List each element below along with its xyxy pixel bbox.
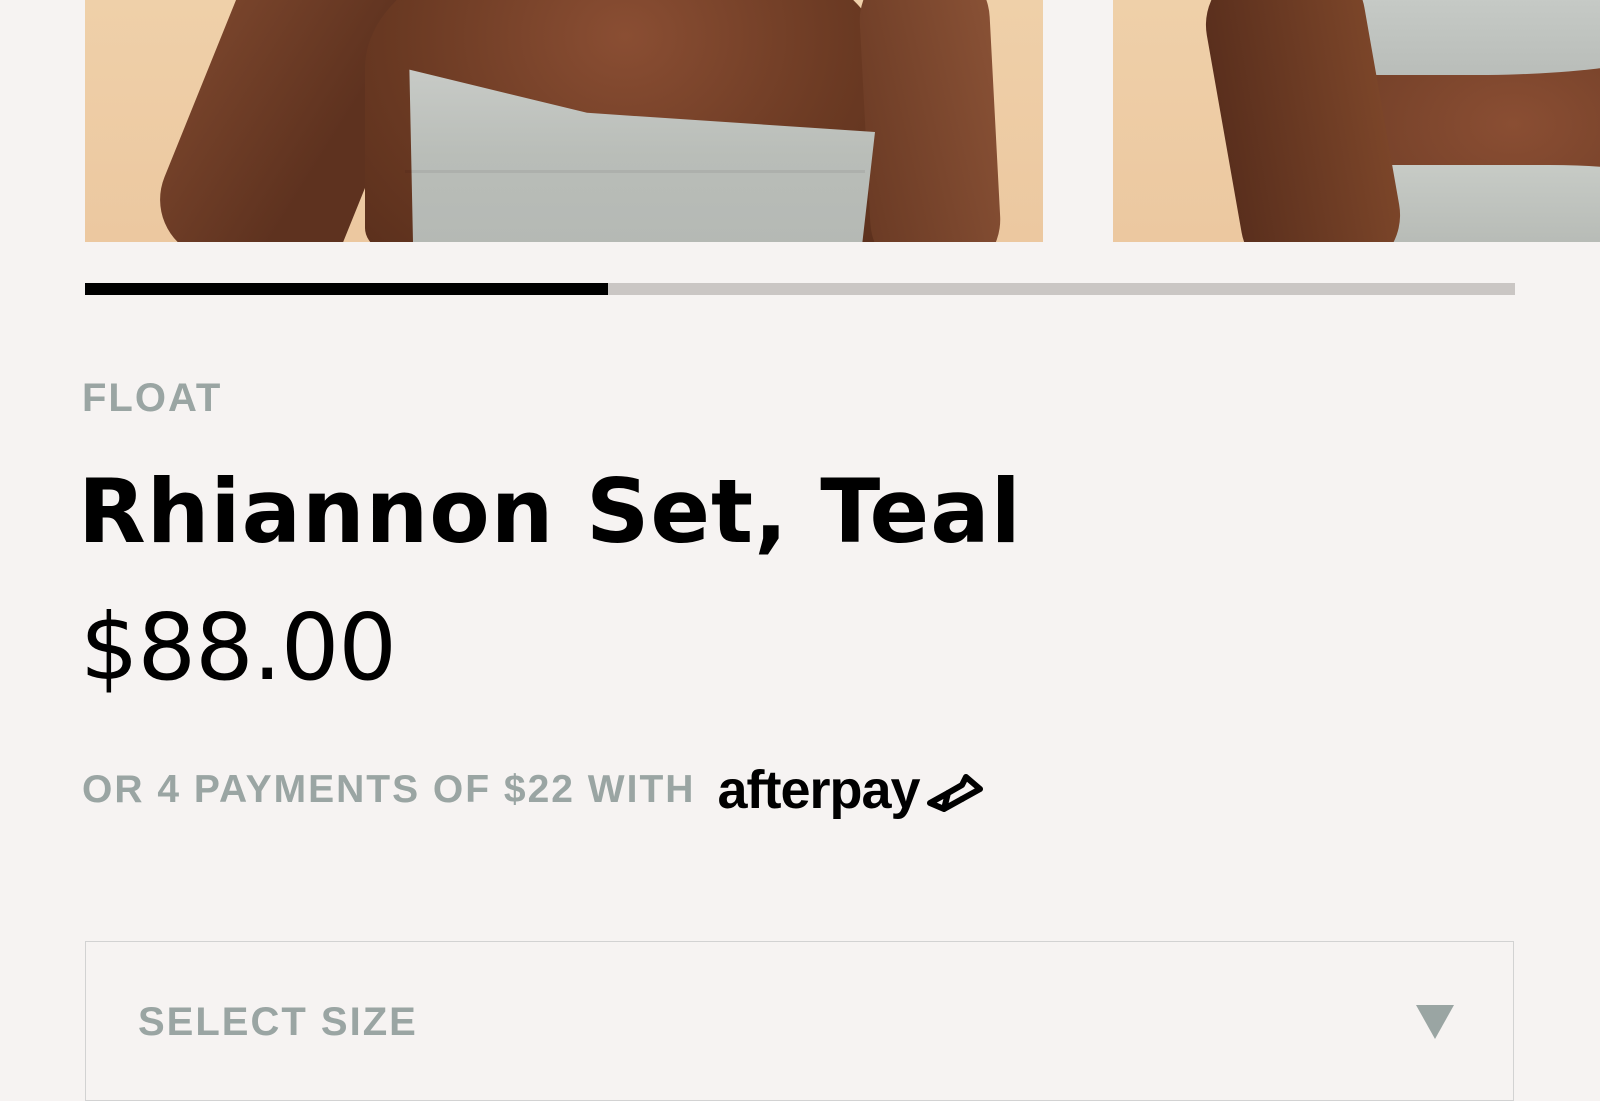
afterpay-installments[interactable]: OR 4 PAYMENTS OF $22 WITH afterpay: [82, 755, 984, 825]
afterpay-logo-text: afterpay: [717, 760, 920, 820]
afterpay-arrows-icon: [926, 774, 983, 812]
product-image-front[interactable]: [85, 0, 1043, 242]
product-price: $88.00: [80, 594, 397, 701]
triangle-down-icon: [1416, 1005, 1454, 1039]
size-select-placeholder: SELECT SIZE: [138, 1000, 418, 1044]
afterpay-text: OR 4 PAYMENTS OF $22 WITH: [82, 768, 696, 811]
product-brand: FLOAT: [82, 376, 223, 420]
size-select-dropdown[interactable]: SELECT SIZE: [85, 941, 1514, 1101]
afterpay-logo[interactable]: afterpay: [717, 759, 983, 821]
carousel-progress-indicator[interactable]: [85, 283, 609, 295]
product-title: Rhiannon Set, Teal: [78, 460, 1022, 563]
carousel-progress-track[interactable]: [85, 283, 1515, 295]
product-image-carousel[interactable]: [0, 0, 1600, 242]
product-image-side[interactable]: [1113, 0, 1600, 242]
